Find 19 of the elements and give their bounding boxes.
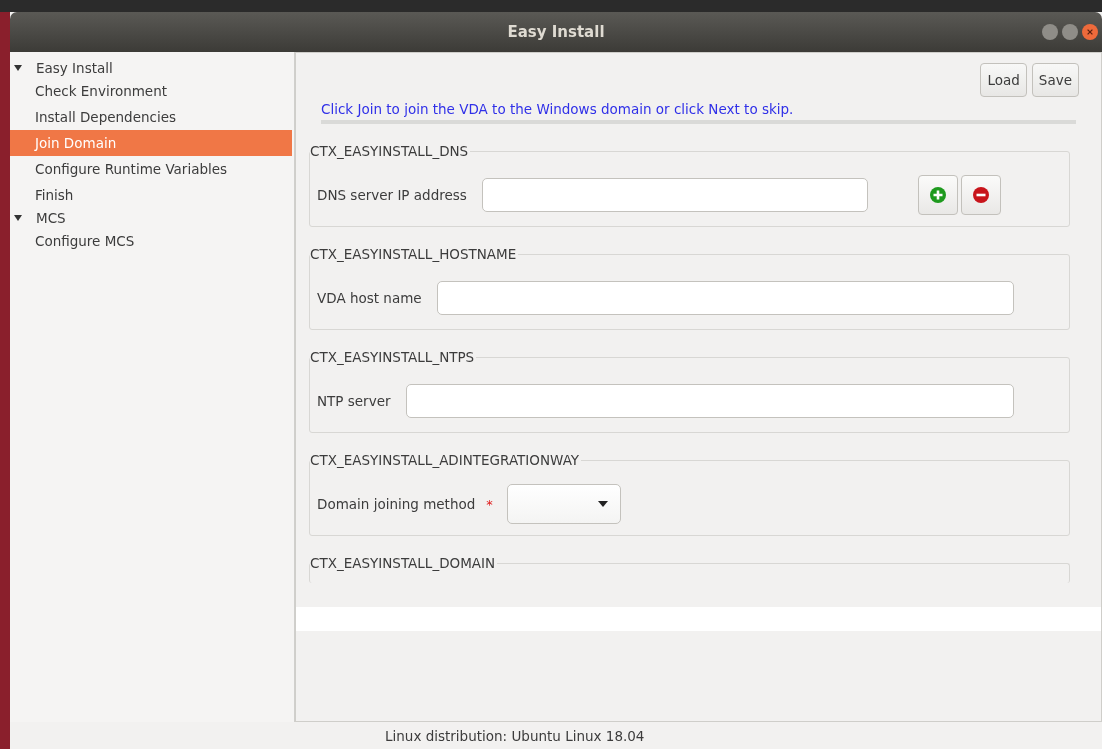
tree-node[interactable]: Easy Install [10, 58, 294, 78]
load-button[interactable]: Load [980, 63, 1027, 97]
tree-item[interactable]: Configure MCS [10, 228, 292, 254]
tree-node-label: MCS [36, 210, 66, 226]
tree-node-label: Easy Install [36, 60, 113, 76]
field-label: DNS server IP address [317, 187, 467, 203]
tree-item[interactable]: Configure Runtime Variables [10, 156, 292, 182]
save-button[interactable]: Save [1031, 63, 1079, 97]
tree-item[interactable]: Check Environment [10, 78, 292, 104]
tree-item[interactable]: Finish [10, 182, 292, 208]
window-title: Easy Install [507, 23, 605, 41]
field-label: Domain joining method [317, 496, 476, 512]
field-label: NTP server [317, 393, 391, 409]
instruction-text: Click Join to join the VDA to the Windows domain or click Next to skip. [320, 101, 795, 117]
tree-item[interactable]: Install Dependencies [10, 104, 292, 130]
tree-node[interactable]: MCS [10, 208, 294, 228]
status-text: Linux distribution: Ubuntu Linux 18.04 [385, 727, 645, 744]
field-label: VDA host name [317, 290, 422, 306]
required-asterisk: * [486, 496, 493, 512]
